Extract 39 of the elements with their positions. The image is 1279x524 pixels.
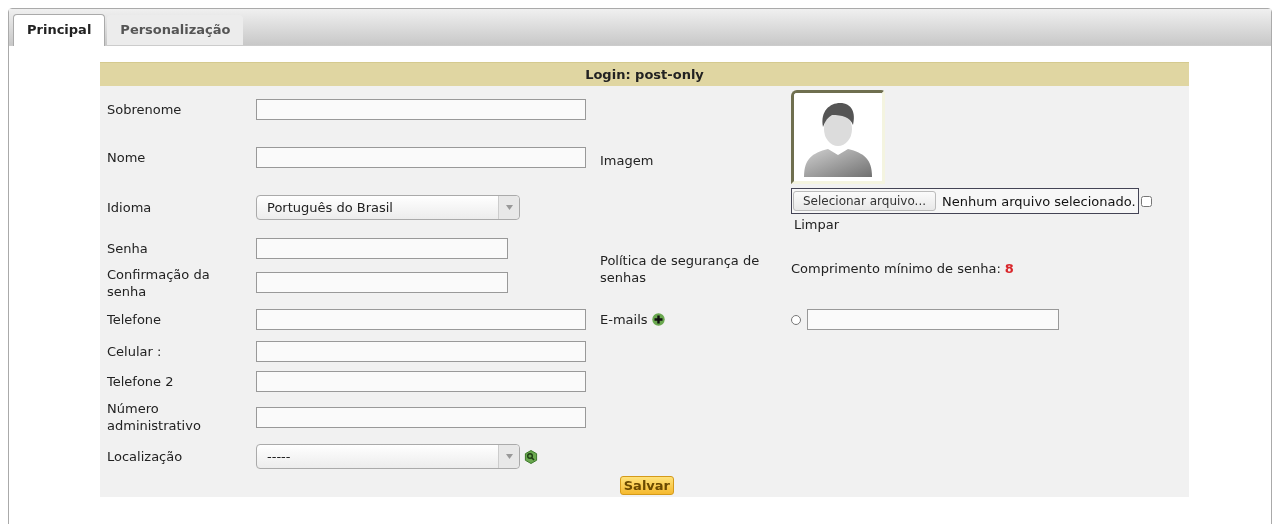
input-field[interactable] xyxy=(256,309,586,330)
input-field[interactable] xyxy=(256,272,508,293)
field-label: Confirmação da senha xyxy=(107,265,211,301)
field-label: Nome xyxy=(107,148,147,167)
field-label: Telefone xyxy=(107,311,163,329)
add-icon[interactable] xyxy=(651,313,665,326)
clear-label: Limpar xyxy=(793,217,840,232)
field-label: Idioma xyxy=(107,199,153,217)
field-label: Sobrenome xyxy=(107,101,183,119)
input-field[interactable] xyxy=(256,340,586,362)
policy-text: Comprimento mínimo de senha: 8 xyxy=(791,260,1015,278)
search-icon[interactable] xyxy=(524,449,538,464)
input-field[interactable] xyxy=(256,237,508,259)
radio-button[interactable] xyxy=(791,314,801,325)
field-label: Imagem xyxy=(600,151,655,170)
file-status: Nenhum arquivo selecionado. xyxy=(941,193,1137,209)
caret-icon xyxy=(505,205,513,210)
field-label: Política de segurança de senhas xyxy=(600,251,761,287)
field-label: Localização xyxy=(107,448,184,466)
field-label: Número administrativo xyxy=(107,400,202,435)
form-title: Login: post-only xyxy=(100,62,1189,86)
file-picker[interactable]: Selecionar arquivo... Nenhum arquivo selecionado. xyxy=(791,188,1139,214)
dropdown[interactable]: Português do Brasil xyxy=(256,195,520,220)
tab[interactable]: Personalização xyxy=(107,15,244,45)
input-field[interactable] xyxy=(256,146,586,168)
tab[interactable]: Principal xyxy=(13,14,106,46)
input-field[interactable] xyxy=(256,99,586,120)
choose-file-button[interactable]: Selecionar arquivo... xyxy=(793,191,936,211)
save-button[interactable]: Salvar xyxy=(619,476,674,495)
field-label: Celular : xyxy=(107,342,163,361)
field-label: Senha xyxy=(107,239,149,258)
field-label: Telefone 2 xyxy=(107,372,175,391)
input-field[interactable] xyxy=(256,370,586,392)
field-label: E-mails xyxy=(600,311,648,328)
clear-checkbox[interactable] xyxy=(1140,195,1152,207)
dropdown[interactable]: ----- xyxy=(256,444,520,469)
input-field[interactable] xyxy=(256,406,586,428)
caret-icon xyxy=(505,454,513,459)
input-field[interactable] xyxy=(807,309,1059,330)
